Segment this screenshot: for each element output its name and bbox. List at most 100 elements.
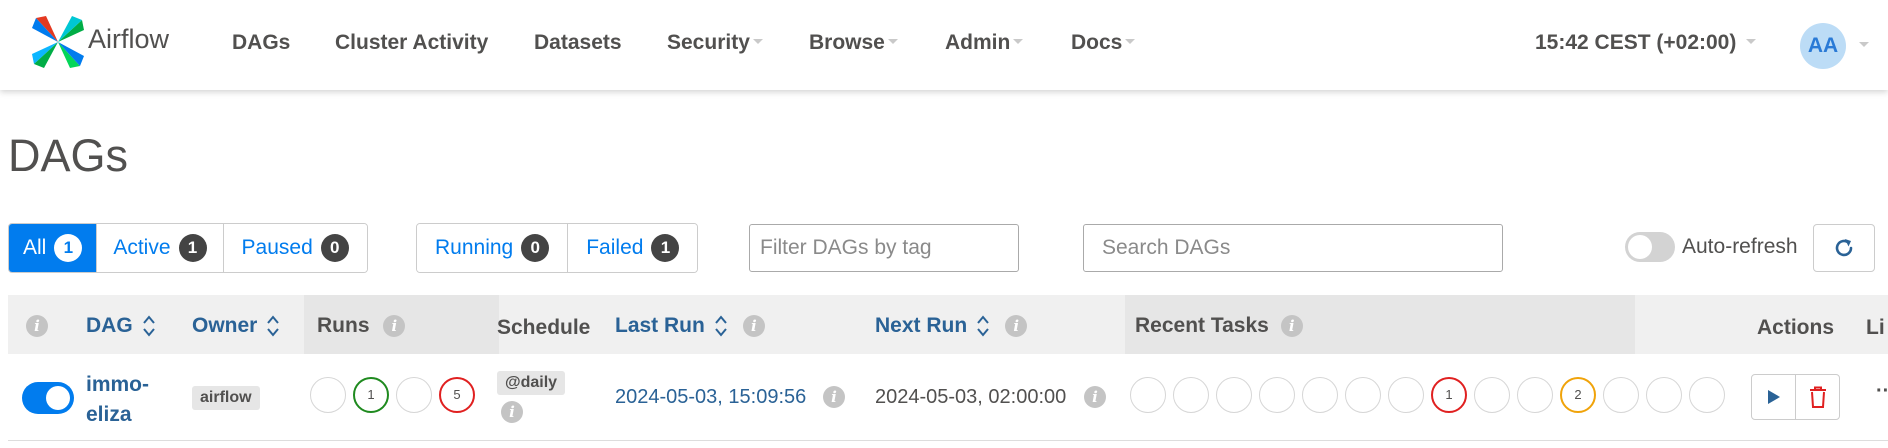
nav-datasets[interactable]: Datasets [534, 31, 622, 55]
header-runs: Runs i [317, 314, 406, 338]
navbar: Airflow DAGs Cluster Activity Datasets S… [0, 0, 1888, 90]
task-state-circle[interactable] [1302, 377, 1338, 413]
info-icon[interactable]: i [742, 315, 765, 338]
filter-active-label: Active [113, 236, 171, 259]
filter-active-button[interactable]: Active 1 [97, 224, 224, 272]
header-last-run[interactable]: Last Run i [615, 314, 765, 338]
sort-icon [267, 315, 280, 338]
info-icon: i [26, 315, 48, 338]
nav-dags[interactable]: DAGs [232, 31, 290, 55]
run-state-circle[interactable] [310, 377, 346, 413]
chevron-down-icon [1013, 38, 1024, 44]
trigger-dag-button[interactable] [1751, 374, 1796, 420]
clock-label: 15:42 CEST (+02:00) [1535, 31, 1737, 54]
nav-cluster-activity[interactable]: Cluster Activity [335, 31, 488, 55]
task-state-circle[interactable] [1216, 377, 1252, 413]
play-icon [1767, 390, 1780, 404]
filter-failed-count: 1 [651, 234, 680, 262]
task-state-circle[interactable] [1474, 377, 1510, 413]
dag-pause-toggle[interactable] [22, 382, 74, 414]
nav-browse-label: Browse [809, 31, 885, 54]
task-state-circle[interactable] [1388, 377, 1424, 413]
header-last-run-label: Last Run [615, 314, 705, 337]
search-dags-input[interactable] [1083, 224, 1503, 272]
header-recent-tasks-label: Recent Tasks [1135, 314, 1269, 337]
chevron-down-icon [1125, 38, 1136, 44]
header-dag[interactable]: DAG [86, 314, 155, 338]
task-state-circle[interactable]: 1 [1431, 377, 1467, 413]
filter-all-button[interactable]: All 1 [9, 224, 98, 272]
header-info[interactable]: i [26, 314, 48, 338]
last-run-link[interactable]: 2024-05-03, 15:09:56 [615, 386, 806, 409]
header-recent-tasks: Recent Tasks i [1135, 314, 1303, 338]
filter-active-count: 1 [178, 234, 207, 262]
filter-paused-count: 0 [320, 234, 349, 262]
task-state-circle[interactable]: 2 [1560, 377, 1596, 413]
nav-security[interactable]: Security [667, 31, 763, 55]
owner-tag[interactable]: airflow [192, 386, 260, 410]
auto-refresh-toggle[interactable] [1625, 232, 1675, 262]
header-next-run-label: Next Run [875, 314, 968, 337]
filter-all-label: All [23, 236, 47, 259]
sort-icon [977, 315, 989, 338]
run-state-circle[interactable] [396, 377, 432, 413]
links-more-icon[interactable]: ·· [1876, 380, 1888, 403]
filter-running-count: 0 [521, 234, 550, 262]
schedule-tag[interactable]: @daily [497, 371, 566, 395]
tag-filter-input[interactable] [749, 224, 1019, 272]
header-runs-label: Runs [317, 314, 370, 337]
user-avatar[interactable]: AA [1800, 23, 1846, 69]
header-next-run[interactable]: Next Run i [875, 314, 1028, 338]
nav-admin[interactable]: Admin [945, 31, 1024, 55]
header-dag-label: DAG [86, 314, 133, 337]
chevron-down-icon[interactable] [1859, 42, 1869, 47]
info-icon[interactable]: i [1280, 315, 1303, 338]
brand-name[interactable]: Airflow [88, 24, 169, 55]
dag-id-link[interactable]: immo-eliza [86, 370, 156, 430]
info-icon[interactable]: i [823, 386, 845, 408]
chevron-down-icon [887, 38, 898, 44]
filter-running-button[interactable]: Running 0 [417, 224, 569, 272]
info-icon[interactable]: i [383, 315, 406, 338]
filter-paused-button[interactable]: Paused 0 [223, 224, 367, 272]
task-state-circle[interactable] [1689, 377, 1725, 413]
info-icon[interactable]: i [1084, 386, 1106, 408]
delete-dag-button[interactable] [1795, 374, 1840, 420]
task-state-circle[interactable] [1517, 377, 1553, 413]
task-state-circle[interactable] [1646, 377, 1682, 413]
filter-failed-button[interactable]: Failed 1 [568, 224, 698, 272]
chevron-down-icon [1746, 38, 1757, 44]
next-run-value: 2024-05-03, 02:00:00 [875, 386, 1067, 408]
trash-icon [1809, 386, 1826, 408]
filter-paused-label: Paused [241, 236, 313, 259]
filter-failed-label: Failed [586, 236, 644, 259]
chevron-down-icon [752, 38, 763, 44]
run-state-circle[interactable]: 1 [353, 377, 389, 413]
task-state-circle[interactable] [1173, 377, 1209, 413]
task-state-circle[interactable] [1130, 377, 1166, 413]
sort-icon [142, 315, 155, 338]
refresh-button[interactable] [1813, 224, 1875, 272]
task-state-circle[interactable] [1603, 377, 1639, 413]
nav-docs[interactable]: Docs [1071, 31, 1136, 55]
airflow-logo-icon[interactable] [30, 14, 86, 70]
nav-admin-label: Admin [945, 31, 1011, 54]
info-icon[interactable]: i [1005, 315, 1028, 338]
header-owner[interactable]: Owner [192, 314, 280, 338]
run-state-circle[interactable]: 5 [439, 377, 475, 413]
nav-browse[interactable]: Browse [809, 31, 898, 55]
nav-docs-label: Docs [1071, 31, 1123, 54]
task-state-circle[interactable] [1345, 377, 1381, 413]
filter-all-count: 1 [54, 234, 83, 262]
toggle-knob [46, 386, 70, 410]
header-schedule: Schedule [497, 316, 591, 339]
task-state-circle[interactable] [1259, 377, 1295, 413]
nav-security-label: Security [667, 31, 750, 54]
timezone-clock[interactable]: 15:42 CEST (+02:00) [1535, 31, 1757, 55]
header-links: Li [1866, 316, 1885, 339]
info-icon[interactable]: i [501, 401, 523, 423]
sort-icon [715, 315, 727, 338]
toggle-knob [1628, 235, 1652, 259]
status-filter-group: All 1 Active 1 Paused 0 [8, 223, 368, 273]
page-title: DAGs [8, 130, 129, 181]
